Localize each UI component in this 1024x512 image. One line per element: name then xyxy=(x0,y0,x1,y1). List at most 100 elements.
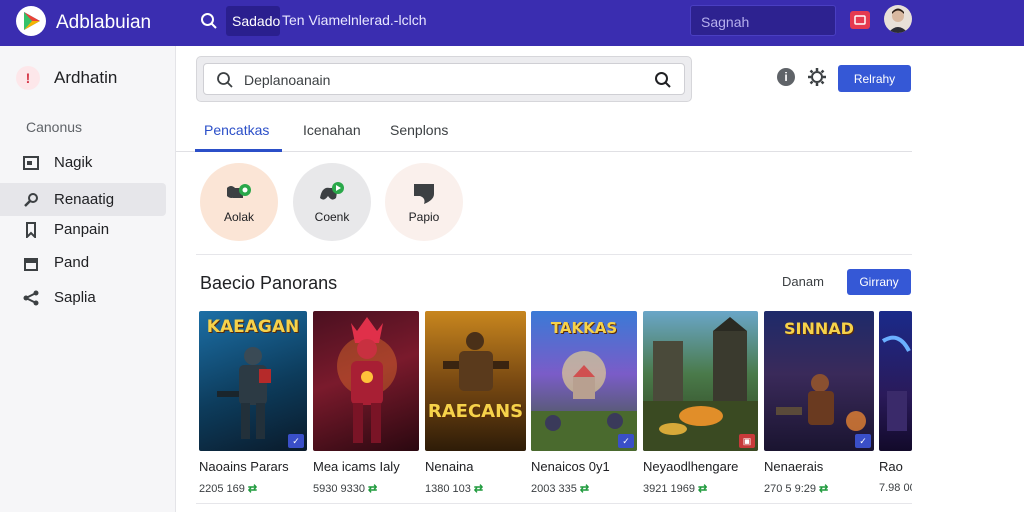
tab-pencatkas[interactable]: Pencatkas xyxy=(204,122,269,138)
category-label: Papio xyxy=(408,210,440,224)
sidebar-item-label: Saplia xyxy=(54,289,96,306)
image-icon xyxy=(22,154,40,172)
category-label: Aolak xyxy=(223,210,255,224)
game-name: Naoains Parars xyxy=(199,459,289,474)
play-logo-icon xyxy=(24,12,40,30)
game-stats: 2003 335 xyxy=(531,483,577,495)
game-meta: 5930 9330 ⇄ xyxy=(313,482,419,495)
price-tag-icon: ⇄ xyxy=(368,483,378,495)
top-bar: Adblabuian Sadado Ten Viamelnlerad.-lclc… xyxy=(0,0,1024,46)
price-tag-icon: ⇄ xyxy=(698,483,708,495)
game-card[interactable]: Mea icams Ialy 5930 9330 ⇄ xyxy=(313,311,419,495)
app-logo[interactable] xyxy=(16,6,46,36)
game-meta: 3921 1969 ⇄ xyxy=(643,482,758,495)
game-meta: 270 5 9:29 ⇄ xyxy=(764,482,874,495)
sidebar-header-icon: ! xyxy=(16,66,40,90)
game-meta: 1380 103 ⇄ xyxy=(425,482,526,495)
sidebar-item-saplia[interactable]: Saplia xyxy=(0,281,166,314)
search-submit-icon[interactable] xyxy=(654,71,672,89)
gamepad-icon xyxy=(223,180,255,206)
main-search-input[interactable]: Deplanoanain xyxy=(203,63,685,95)
search-icon xyxy=(22,191,40,209)
top-search-input[interactable]: Sadado xyxy=(226,6,280,36)
game-cover: SINNAD ✓ xyxy=(764,311,874,451)
game-stats: 7.98 00 xyxy=(879,482,912,494)
avatar[interactable] xyxy=(884,5,912,33)
sidebar-item-label: Renaatig xyxy=(54,191,115,208)
game-stats: 270 5 9:29 xyxy=(764,483,816,495)
game-stats: 2205 169 xyxy=(199,483,245,495)
share-icon xyxy=(22,289,40,307)
section-link[interactable]: Danam xyxy=(782,274,824,289)
cover-title: RAECANS xyxy=(427,401,524,422)
heart-message-icon xyxy=(408,180,440,206)
price-tag-icon: ⇄ xyxy=(247,483,258,495)
game-card[interactable]: ▣ Neyaodlhengare 3921 1969 ⇄ xyxy=(643,311,758,495)
game-name: Neyaodlhengare xyxy=(643,459,739,474)
sidebar-header[interactable]: ! Ardhatin xyxy=(16,66,117,90)
game-cover xyxy=(313,311,419,451)
game-card[interactable]: TAKKAS ✓ Nenaicos 0y1 2003 335 ⇄ xyxy=(531,311,637,495)
rating-badge-icon: ▣ xyxy=(739,434,755,448)
top-search-query[interactable]: Ten Viamelnlerad.-lclch xyxy=(282,12,426,28)
game-card[interactable]: RAECANS Nenaina 1380 103 ⇄ xyxy=(425,311,526,495)
price-tag-icon: ⇄ xyxy=(819,483,829,495)
section-divider xyxy=(196,254,912,255)
sidebar-item-pand[interactable]: Pand xyxy=(0,246,166,279)
game-cover: KAEAGAN ✓ xyxy=(199,311,307,451)
game-meta: 2205 169 ⇄ xyxy=(199,482,307,495)
search-icon xyxy=(217,72,233,88)
notification-icon[interactable] xyxy=(850,11,870,29)
game-name: Nenaerais xyxy=(764,459,824,474)
gear-icon[interactable] xyxy=(807,67,827,87)
game-card[interactable]: SINNAD ✓ Nenaerais 270 5 9:29 ⇄ xyxy=(764,311,874,495)
tab-bar: Pencatkas Icenahan Senplons xyxy=(176,112,912,152)
game-stats: 5930 9330 xyxy=(313,483,365,495)
main-search-container: Deplanoanain xyxy=(196,56,692,102)
check-badge-icon: ✓ xyxy=(288,434,304,448)
category-coenk[interactable]: Coenk xyxy=(293,163,371,241)
sidebar-section-label: Canonus xyxy=(26,119,83,135)
game-meta: 2003 335 ⇄ xyxy=(531,482,637,495)
top-field[interactable]: Sagnah xyxy=(690,5,836,36)
sidebar-item-nagik[interactable]: Nagik xyxy=(0,146,166,179)
store-icon xyxy=(22,254,40,272)
game-card[interactable]: KAEAGAN ✓ Naoains Parars 2205 169 ⇄ xyxy=(199,311,307,495)
sidebar-item-label: Pand xyxy=(54,254,90,271)
bottom-divider xyxy=(196,503,912,504)
check-badge-icon: ✓ xyxy=(618,434,634,448)
sidebar-item-panpain[interactable]: Panpain xyxy=(0,213,166,246)
game-stats: 3921 1969 xyxy=(643,483,695,495)
game-name: Rao xyxy=(879,459,903,474)
game-meta: 7.98 00 xyxy=(879,482,912,494)
game-cover xyxy=(879,311,912,451)
game-name: Nenaina xyxy=(425,459,474,474)
game-stats: 1380 103 xyxy=(425,483,471,495)
active-tab-indicator xyxy=(195,149,282,152)
game-cover: RAECANS xyxy=(425,311,526,451)
category-papio[interactable]: Papio xyxy=(385,163,463,241)
game-cover: ▣ xyxy=(643,311,758,451)
app-title: Adblabuian xyxy=(56,12,152,33)
search-icon[interactable] xyxy=(200,12,218,30)
category-aolak[interactable]: Aolak xyxy=(200,163,278,241)
tab-icenahan[interactable]: Icenahan xyxy=(303,122,361,138)
sidebar-item-renaatig[interactable]: Renaatig xyxy=(0,183,166,216)
sidebar-header-label: Ardhatin xyxy=(54,68,118,87)
game-cover: TAKKAS ✓ xyxy=(531,311,637,451)
sidebar: ! Ardhatin Canonus Nagik Renaatig Panpai… xyxy=(0,46,176,512)
sidebar-item-label: Panpain xyxy=(54,221,110,238)
section-title: Baecio Panorans xyxy=(200,273,338,293)
tab-senplons[interactable]: Senplons xyxy=(390,122,448,138)
search-placeholder: Deplanoanain xyxy=(244,72,331,88)
controller-icon xyxy=(316,180,348,206)
primary-button[interactable]: Relrahy xyxy=(838,65,911,92)
category-label: Coenk xyxy=(314,210,350,224)
price-tag-icon: ⇄ xyxy=(473,483,484,495)
section-button[interactable]: Girrany xyxy=(847,269,911,295)
bookmark-icon xyxy=(22,221,40,239)
game-card[interactable]: Rao 7.98 00 xyxy=(879,311,912,494)
check-badge-icon: ✓ xyxy=(855,434,871,448)
info-icon[interactable]: i xyxy=(777,68,795,86)
game-name: Mea icams Ialy xyxy=(313,459,400,474)
